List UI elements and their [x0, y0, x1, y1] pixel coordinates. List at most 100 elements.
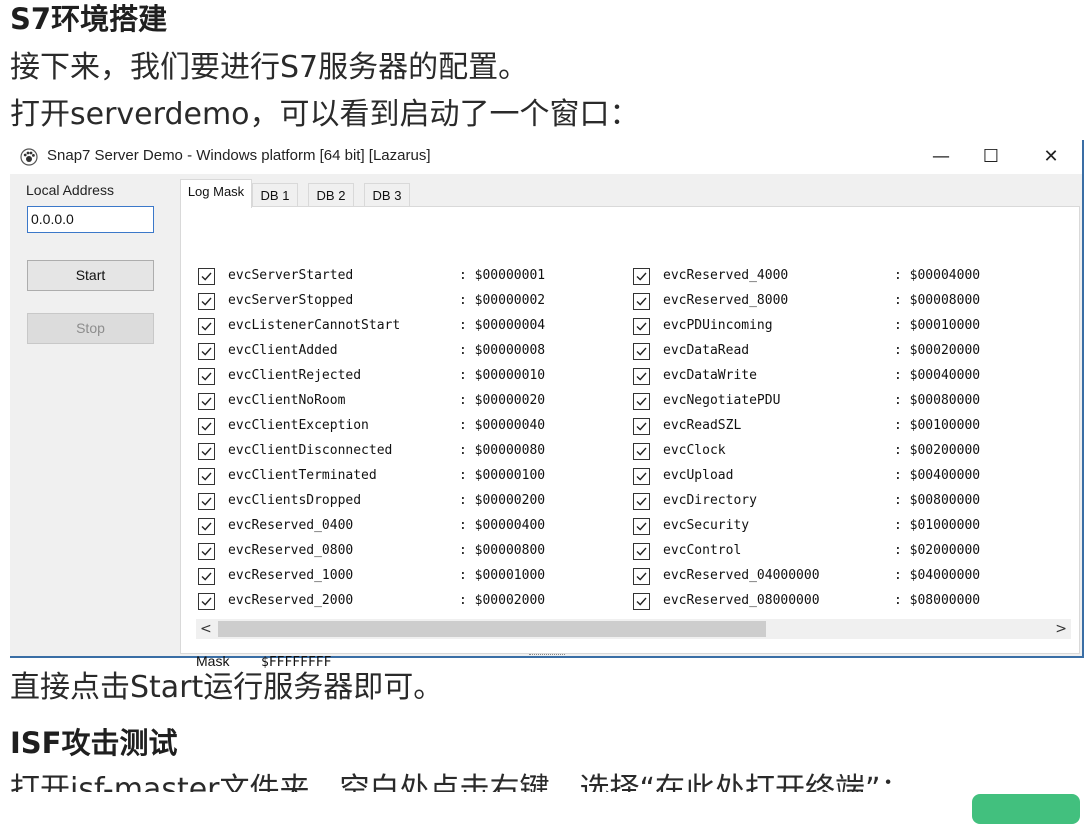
event-row: evcClock : $00200000 [181, 441, 1071, 466]
local-address-input[interactable]: 0.0.0.0 [27, 206, 154, 233]
section-heading: S7环境搭建 [10, 2, 168, 36]
resize-grip[interactable] [529, 654, 565, 658]
event-name: evcNegotiatePDU [663, 393, 781, 408]
window-title: Snap7 Server Demo - Windows platform [64… [47, 147, 431, 164]
event-checkbox[interactable] [633, 443, 650, 460]
event-mask-value: : $08000000 [894, 593, 981, 608]
tab-db1[interactable]: DB 1 [252, 183, 298, 207]
event-name: evcPDUincoming [663, 318, 773, 333]
scroll-left-arrow-icon[interactable]: < [200, 619, 212, 639]
event-name: evcReserved_08000000 [663, 593, 820, 608]
paragraph: 打开isf-master文件夹，空白处点击右键，选择“在此处打开终端”： [10, 772, 911, 807]
checkmark-icon [636, 497, 647, 506]
event-checkbox[interactable] [633, 593, 650, 610]
event-row: evcUpload : $00400000 [181, 466, 1071, 491]
event-mask-value: : $00080000 [894, 393, 981, 408]
checkmark-icon [636, 472, 647, 481]
event-row: evcReserved_04000000: $04000000 [181, 566, 1071, 591]
scrollbar-thumb[interactable] [218, 621, 766, 637]
event-mask-value: : $00100000 [894, 418, 981, 433]
event-mask-value: : $00040000 [894, 368, 981, 383]
event-row: evcDirectory : $00800000 [181, 491, 1071, 516]
checkmark-icon [636, 572, 647, 581]
event-name: evcClock [663, 443, 726, 458]
paragraph: 打开serverdemo，可以看到启动了一个窗口： [10, 97, 640, 132]
title-bar: Snap7 Server Demo - Windows platform [64… [10, 140, 1082, 174]
close-button[interactable]: ✕ [1028, 142, 1074, 172]
checkmark-icon [636, 322, 647, 331]
right-panel: Log Mask DB 1 DB 2 DB 3 evcServerStarted… [178, 174, 1082, 670]
event-name: evcUpload [663, 468, 734, 483]
event-name: evcSecurity [663, 518, 750, 533]
event-name: evcReserved_8000 [663, 293, 789, 308]
start-button[interactable]: Start [27, 260, 154, 291]
checkmark-icon [636, 397, 647, 406]
event-mask-value: : $01000000 [894, 518, 981, 533]
event-checkbox[interactable] [633, 268, 650, 285]
event-row: evcReserved_4000 : $00004000 [181, 266, 1071, 291]
event-checkbox[interactable] [633, 343, 650, 360]
event-name: evcReserved_04000000 [663, 568, 820, 583]
checkmark-icon [636, 272, 647, 281]
section-heading: ISF攻击测试 [10, 726, 178, 760]
checkmark-icon [636, 522, 647, 531]
event-row: evcReadSZL : $00100000 [181, 416, 1071, 441]
scroll-right-arrow-icon[interactable]: > [1055, 619, 1067, 639]
checkmark-icon [636, 372, 647, 381]
event-row: evcDataWrite : $00040000 [181, 366, 1071, 391]
tab-db2[interactable]: DB 2 [308, 183, 354, 207]
event-checkbox[interactable] [633, 518, 650, 535]
left-panel: Local Address 0.0.0.0 Start Stop [10, 174, 178, 656]
event-row: evcNegotiatePDU : $00080000 [181, 391, 1071, 416]
event-name: evcReadSZL [663, 418, 742, 433]
mask-label: Mask [196, 653, 230, 669]
event-row: evcReserved_8000 : $00008000 [181, 291, 1071, 316]
event-row: evcSecurity : $01000000 [181, 516, 1071, 541]
event-checkbox[interactable] [633, 368, 650, 385]
screenshot-window: Snap7 Server Demo - Windows platform [64… [10, 140, 1084, 670]
event-checkbox[interactable] [633, 393, 650, 410]
event-checkbox[interactable] [633, 418, 650, 435]
event-name: evcReserved_4000 [663, 268, 789, 283]
maximize-button[interactable]: ☐ [968, 142, 1014, 172]
event-mask-value: : $00200000 [894, 443, 981, 458]
event-mask-value: : $00010000 [894, 318, 981, 333]
local-address-label: Local Address [26, 182, 114, 198]
checkmark-icon [636, 547, 647, 556]
checkmark-icon [636, 422, 647, 431]
event-mask-value: : $00004000 [894, 268, 981, 283]
checkmark-icon [636, 447, 647, 456]
event-name: evcControl [663, 543, 742, 558]
event-mask-value: : $00020000 [894, 343, 981, 358]
checkmark-icon [636, 297, 647, 306]
horizontal-scrollbar[interactable]: < > [196, 619, 1071, 639]
minimize-button[interactable]: — [918, 142, 964, 172]
tab-log-mask[interactable]: Log Mask [180, 179, 252, 208]
checkmark-icon [636, 347, 647, 356]
event-name: evcDirectory [663, 493, 757, 508]
event-row: evcPDUincoming : $00010000 [181, 316, 1071, 341]
tab-db3[interactable]: DB 3 [364, 183, 410, 207]
log-mask-panel: evcServerStarted: $00000001 evcServerStop… [180, 206, 1080, 670]
app-paw-icon [20, 148, 38, 166]
paragraph: 直接点击Start运行服务器即可。 [10, 670, 444, 705]
event-checkbox[interactable] [633, 568, 650, 585]
event-row: evcDataRead : $00020000 [181, 341, 1071, 366]
event-row: evcControl : $02000000 [181, 541, 1071, 566]
event-mask-value: : $00800000 [894, 493, 981, 508]
event-mask-value: : $00008000 [894, 293, 981, 308]
event-checkbox[interactable] [633, 318, 650, 335]
event-checkbox[interactable] [633, 468, 650, 485]
event-mask-value: : $00400000 [894, 468, 981, 483]
event-name: evcDataRead [663, 343, 750, 358]
event-checkbox[interactable] [633, 293, 650, 310]
stop-button[interactable]: Stop [27, 313, 154, 344]
event-checkbox[interactable] [633, 493, 650, 510]
event-mask-value: : $02000000 [894, 543, 981, 558]
paragraph: 接下来，我们要进行S7服务器的配置。 [10, 50, 529, 85]
checkmark-icon [636, 597, 647, 606]
floating-action-button[interactable] [972, 794, 1080, 824]
event-checkbox[interactable] [633, 543, 650, 560]
event-name: evcDataWrite [663, 368, 757, 383]
event-row: evcReserved_08000000 : $08000000 [181, 591, 1071, 616]
